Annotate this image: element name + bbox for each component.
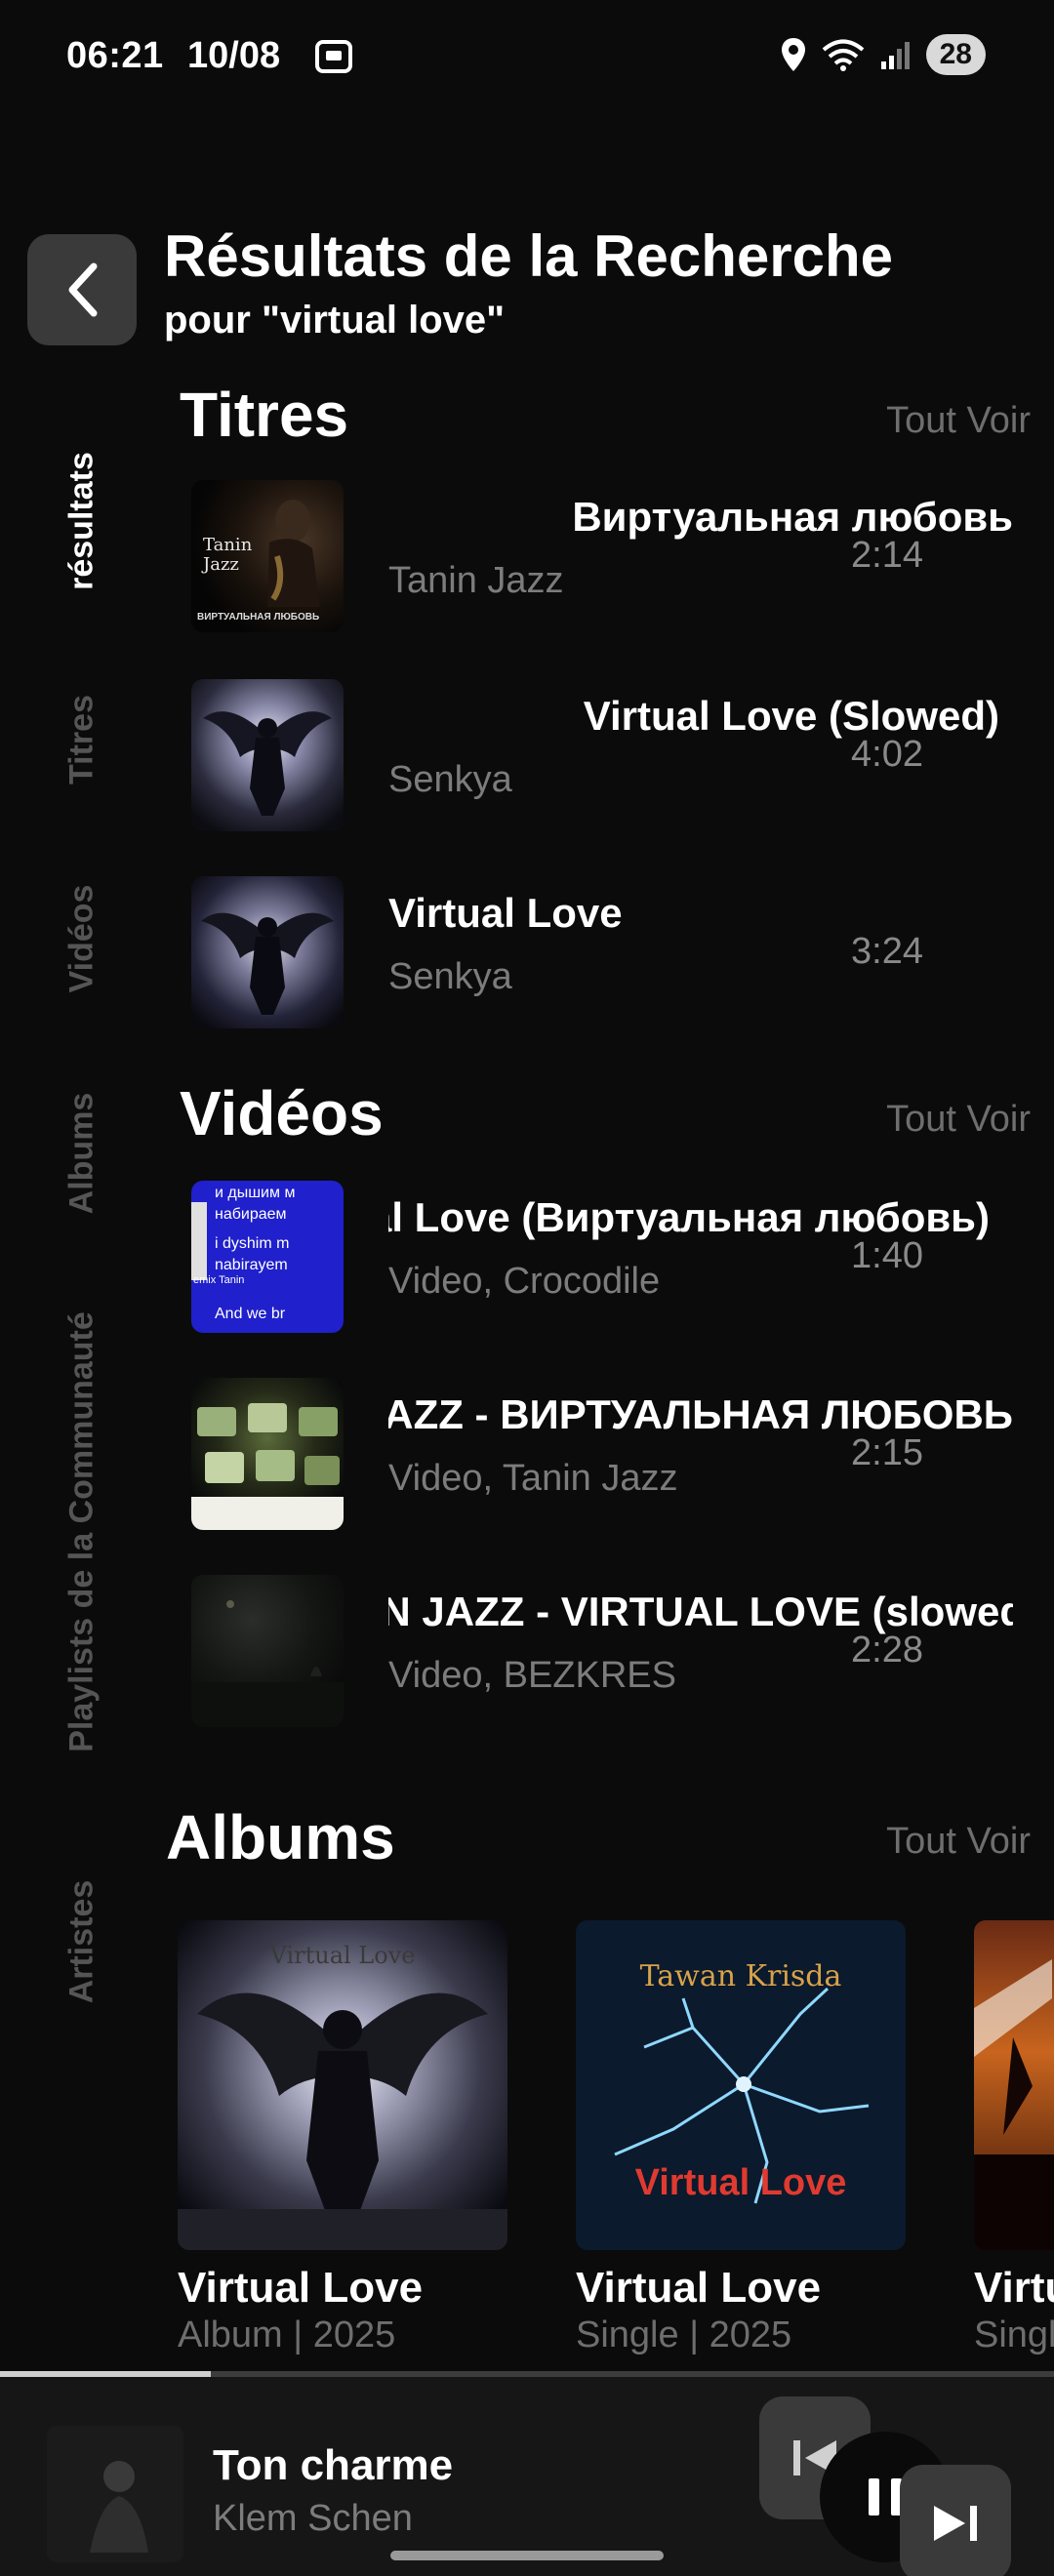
video-duration: 1:40 <box>851 1235 923 1276</box>
see-all-titles-link[interactable]: Tout Voir <box>886 400 1031 442</box>
thumbnail-lyric-line: и дышим м <box>215 1185 296 1201</box>
video-title: TANIN JAZZ - ВИРТУАЛЬНАЯ ЛЮБОВЬ <box>388 1391 1013 1437</box>
angel-silhouette-image <box>178 1992 507 2250</box>
album-cover-caption: Virtual Love <box>269 1942 416 1969</box>
home-indicator[interactable] <box>390 2551 664 2560</box>
video-thumbnail: и дышим м набираем i dyshim m nabirayem … <box>191 1181 344 1333</box>
track-row[interactable]: Tanin Jazz ВИРТУАЛЬНАЯ ЛЮБОВЬ Виртуальна… <box>191 480 1031 636</box>
night-street-image <box>191 1600 344 1727</box>
track-title: Virtual Love <box>388 890 623 936</box>
video-channel: Video, BEZKRES <box>388 1655 677 1696</box>
album-meta: Album | 2025 <box>178 2314 396 2355</box>
thumbnail-lyric-line: nabirayem <box>215 1257 288 1273</box>
section-title-videos: Vidéos <box>180 1078 384 1148</box>
album-card[interactable]: Tawan Krisda Virtual Love Virtual Love S… <box>576 1920 906 2356</box>
album-cover <box>974 1920 1054 2250</box>
album-meta: Single | 2025 <box>974 2314 1054 2355</box>
video-row[interactable]: и дышим м набираем i dyshim m nabirayem … <box>191 1181 1031 1337</box>
video-title: Crocodile - Virtual Love (Виртуальная лю… <box>388 1194 990 1240</box>
track-row[interactable]: Virtual Love (Slowed) Senkya 4:02 <box>191 679 1031 835</box>
video-row[interactable]: TANIN JAZZ - VIRTUAL LOVE (slowed) Video… <box>191 1575 1031 1731</box>
video-thumbnail-lyrics: и дышим м набираем i dyshim m nabirayem <box>215 1183 295 1276</box>
track-title: Виртуальная любовь <box>572 494 1013 540</box>
video-row[interactable]: TANIN JAZZ - ВИРТУАЛЬНАЯ ЛЮБОВЬ Video, T… <box>191 1378 1031 1534</box>
album-card[interactable]: Virtual Love Virtual Love Album | 2025 <box>178 1920 507 2356</box>
video-channel: Video, Crocodile <box>388 1261 661 1302</box>
album-title: Virtual Love <box>178 2264 424 2312</box>
battery-indicator: 28 <box>925 34 986 75</box>
location-icon <box>781 38 805 71</box>
signal-icon <box>880 42 910 69</box>
album-cover: Tawan Krisda Virtual Love <box>576 1920 906 2250</box>
see-all-albums-link[interactable]: Tout Voir <box>886 1821 1031 1863</box>
album-cover-title: Virtual Love <box>634 2162 847 2203</box>
thumbnail-small-text: emix Tanin <box>193 1274 245 1286</box>
status-icons: 28 <box>780 31 986 78</box>
now-playing-title: Ton charme <box>213 2441 454 2489</box>
sidenav-tab-videos[interactable]: Vidéos <box>63 885 101 993</box>
track-artist: Senkya <box>388 759 512 800</box>
track-duration: 3:24 <box>851 931 923 972</box>
track-cover: Tanin Jazz ВИРТУАЛЬНАЯ ЛЮБОВЬ <box>191 480 344 632</box>
page-title: Résultats de la Recherche <box>164 223 893 289</box>
wifi-icon <box>822 39 864 71</box>
cover-text-tanin: Tanin <box>203 535 253 555</box>
now-playing-cover <box>47 2426 183 2562</box>
status-date: 10/08 <box>187 35 281 76</box>
back-button[interactable] <box>27 234 137 345</box>
sidenav-tab-artists[interactable]: Artistes <box>63 1880 101 2004</box>
album-meta: Single | 2025 <box>576 2314 792 2355</box>
track-artist: Senkya <box>388 956 512 997</box>
keyboard-keys-image <box>191 1403 344 1530</box>
sidenav-tab-titles[interactable]: Titres <box>63 695 101 785</box>
skip-next-icon <box>934 2506 977 2541</box>
album-cover: Virtual Love <box>178 1920 507 2250</box>
track-duration: 4:02 <box>851 734 923 775</box>
video-duration: 2:28 <box>851 1630 923 1670</box>
sidenav-tab-results[interactable]: résultats <box>63 452 101 590</box>
sidenav-tab-albums[interactable]: Albums <box>63 1093 101 1215</box>
thumbnail-lyric-line: And we br <box>215 1306 286 1322</box>
album-title: Virtual Love <box>974 2264 1054 2312</box>
album-card[interactable]: Virtual Love Single | 2025 <box>974 1920 1054 2356</box>
track-cover <box>191 876 344 1028</box>
cover-text-jazz: Jazz <box>203 554 239 575</box>
thumbnail-mic-shape <box>191 1202 207 1280</box>
screenshot-icon <box>315 40 352 73</box>
now-playing-bar[interactable]: Ton charme Klem Schen <box>0 2377 1054 2576</box>
track-cover <box>191 679 344 831</box>
status-bar: 06:21 10/08 28 <box>0 0 1054 107</box>
now-playing-cover-image <box>47 2426 183 2562</box>
next-button[interactable] <box>900 2465 1011 2576</box>
angel-silhouette-image <box>203 711 332 816</box>
section-title-titles: Titres <box>180 380 349 450</box>
video-channel: Video, Tanin Jazz <box>388 1458 678 1499</box>
thumbnail-lyric-line: набираем <box>215 1206 287 1223</box>
concert-crowd-image <box>974 1959 1054 2250</box>
section-title-albums: Albums <box>166 1802 395 1872</box>
video-title: TANIN JAZZ - VIRTUAL LOVE (slowed) <box>388 1589 1013 1634</box>
video-duration: 2:15 <box>851 1432 923 1473</box>
sidenav-tab-playlists[interactable]: Playlists de la Communauté <box>63 1311 101 1752</box>
track-duration: 2:14 <box>851 535 923 576</box>
chevron-left-icon <box>68 262 98 317</box>
track-row[interactable]: Virtual Love Senkya 3:24 <box>191 876 1031 1032</box>
status-time: 06:21 <box>66 35 164 76</box>
video-thumbnail <box>191 1378 344 1530</box>
track-artist: Tanin Jazz <box>388 560 564 601</box>
see-all-videos-link[interactable]: Tout Voir <box>886 1099 1031 1141</box>
album-title: Virtual Love <box>576 2264 822 2312</box>
cover-caption: ВИРТУАЛЬНАЯ ЛЮБОВЬ <box>197 612 320 623</box>
track-title: Virtual Love (Slowed) <box>583 693 999 739</box>
video-thumbnail <box>191 1575 344 1727</box>
now-playing-artist: Klem Schen <box>213 2498 413 2539</box>
thumbnail-lyric-line: i dyshim m <box>215 1235 290 1252</box>
album-cover-artist: Tawan Krisda <box>639 1959 842 1993</box>
search-query: pour "virtual love" <box>164 299 506 342</box>
angel-silhouette-image <box>201 912 334 1015</box>
